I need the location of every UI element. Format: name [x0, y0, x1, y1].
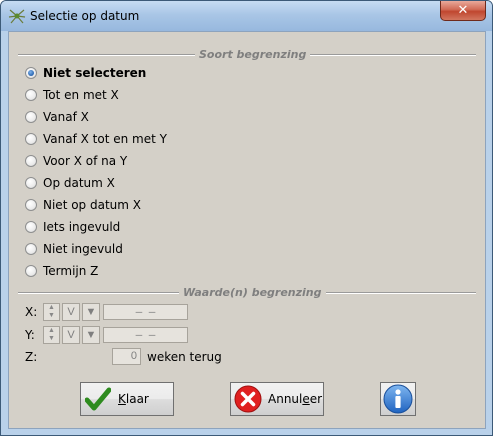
radio-label: Termijn Z: [43, 264, 99, 278]
radio-button[interactable]: [25, 221, 37, 233]
spider-icon: [8, 9, 26, 24]
radio-option[interactable]: Op datum X: [25, 174, 115, 192]
radio-label: Niet selecteren: [43, 66, 147, 80]
y-date-field[interactable]: – –: [103, 327, 188, 343]
x-v-button[interactable]: V: [62, 303, 80, 321]
triangle-down-icon: ▼: [85, 329, 97, 341]
y-v-button[interactable]: V: [62, 326, 80, 344]
radio-button[interactable]: [25, 265, 37, 277]
dialog-window: Selectie op datum ✕ Soort begrenzing Nie…: [0, 0, 493, 436]
y-label: Y:: [25, 328, 35, 342]
cancel-icon: [234, 385, 262, 413]
info-button[interactable]: [380, 382, 416, 416]
radio-label: Niet ingevuld: [43, 242, 123, 256]
z-label: Z:: [25, 350, 38, 364]
window-title: Selectie op datum: [30, 9, 140, 23]
z-weeks-field[interactable]: 0: [112, 348, 141, 365]
radio-option[interactable]: Vanaf X: [25, 108, 89, 126]
radio-button[interactable]: [25, 199, 37, 211]
sort-group-title: Soort begrenzing: [195, 48, 311, 61]
y-down-button[interactable]: ▼: [82, 326, 100, 344]
x-spinner[interactable]: ▲ ▼: [43, 303, 60, 321]
radio-option[interactable]: Niet op datum X: [25, 196, 141, 214]
radio-button[interactable]: [25, 133, 37, 145]
radio-label: Vanaf X: [43, 110, 89, 124]
y-spinner[interactable]: ▲ ▼: [43, 326, 60, 344]
cancel-button[interactable]: Annuleer: [230, 382, 324, 416]
x-label: X:: [25, 305, 38, 319]
radio-option[interactable]: Vanaf X tot en met Y: [25, 130, 167, 148]
radio-button[interactable]: [25, 111, 37, 123]
radio-button[interactable]: [25, 177, 37, 189]
radio-option[interactable]: Iets ingevuld: [25, 218, 120, 236]
x-down-button[interactable]: ▼: [82, 303, 100, 321]
triangle-down-icon: ▼: [85, 306, 97, 318]
x-row: X: ▲ ▼ V ▼ – –: [25, 302, 188, 322]
radio-label: Op datum X: [43, 176, 115, 190]
cancel-label: Annuleer: [268, 392, 323, 406]
info-icon: [383, 384, 413, 414]
radio-label: Vanaf X tot en met Y: [43, 132, 167, 146]
radio-option[interactable]: Termijn Z: [25, 262, 98, 280]
z-unit-label: weken terug: [147, 350, 222, 364]
radio-label: Niet op datum X: [43, 198, 141, 212]
dialog-client: Soort begrenzing Niet selecteren Tot en m…: [8, 31, 486, 429]
radio-button[interactable]: [25, 243, 37, 255]
radio-label: Iets ingevuld: [43, 220, 121, 234]
checkmark-icon: [84, 385, 112, 413]
close-button[interactable]: ✕: [440, 1, 486, 21]
radio-option[interactable]: Voor X of na Y: [25, 152, 127, 170]
radio-option[interactable]: Tot en met X: [25, 86, 119, 104]
radio-label: Voor X of na Y: [43, 154, 128, 168]
ok-label: Klaar: [118, 392, 149, 406]
radio-button[interactable]: [25, 67, 37, 79]
radio-button[interactable]: [25, 155, 37, 167]
title-bar[interactable]: Selectie op datum ✕: [1, 1, 492, 31]
radio-option[interactable]: Niet selecteren: [25, 64, 146, 82]
value-group-title: Waarde(n) begrenzing: [179, 286, 326, 299]
close-icon: ✕: [457, 3, 469, 18]
radio-option[interactable]: Niet ingevuld: [25, 240, 123, 258]
x-date-field[interactable]: – –: [103, 304, 188, 320]
radio-button[interactable]: [25, 89, 37, 101]
y-row: Y: ▲ ▼ V ▼ – –: [25, 325, 188, 345]
ok-button[interactable]: Klaar: [80, 382, 174, 416]
radio-label: Tot en met X: [43, 88, 119, 102]
